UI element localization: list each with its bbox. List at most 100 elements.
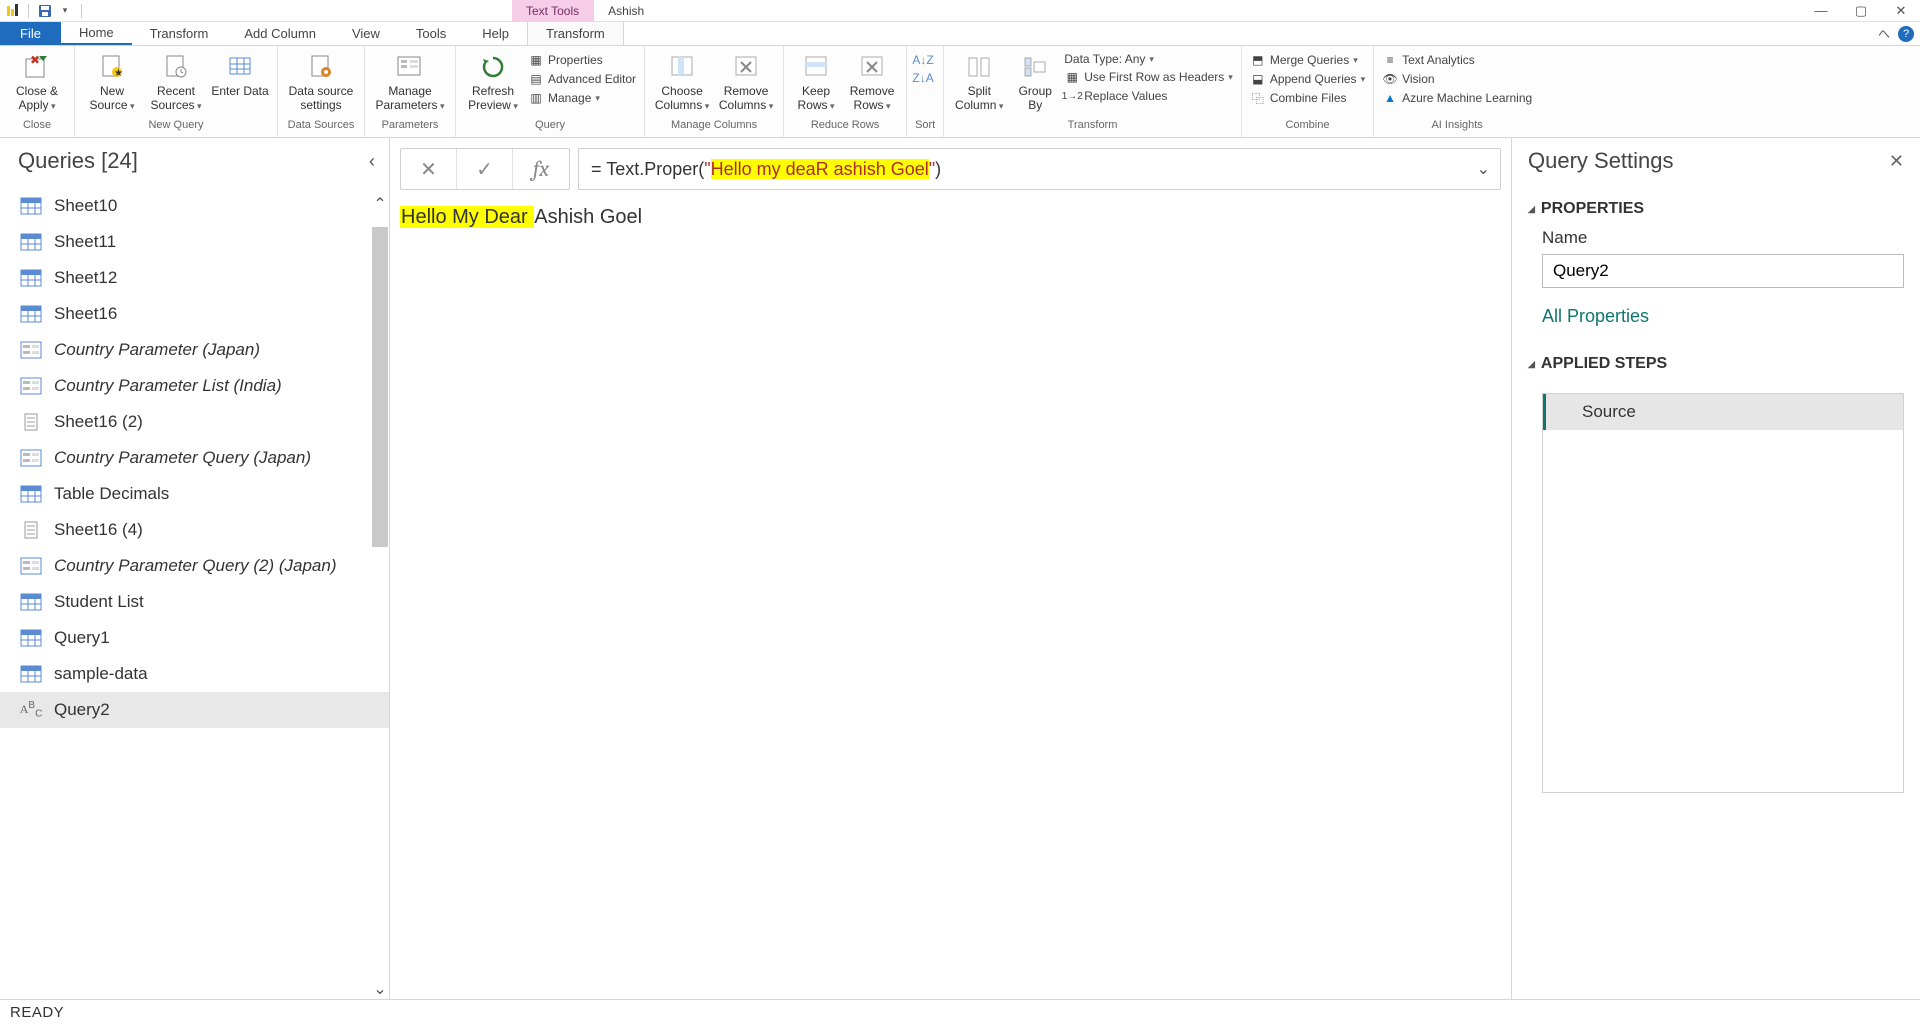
query-item[interactable]: sample-data [0,656,389,692]
preview-pane: ✕ ✓ fx = Text.Proper("Hello my deaR ashi… [390,138,1512,999]
tab-transform[interactable]: Transform [132,22,227,45]
tab-file[interactable]: File [0,22,61,45]
merge-queries-button[interactable]: ⬒Merge Queries [1250,52,1365,68]
append-queries-button[interactable]: ⬓Append Queries [1250,71,1365,87]
formula-text: = Text.Proper("Hello my deaR ashish Goel… [591,159,941,180]
save-icon[interactable] [37,3,53,19]
minimize-button[interactable]: — [1812,2,1830,20]
query-item[interactable]: Country Parameter Query (2) (Japan) [0,548,389,584]
scroll-thumb[interactable] [372,227,388,547]
group-label-new-query: New Query [83,119,269,137]
first-row-headers-button[interactable]: ▦Use First Row as Headers [1064,69,1233,85]
tab-transform-contextual[interactable]: Transform [527,22,624,45]
query-item-label: Table Decimals [54,484,169,504]
query-item-label: Query2 [54,700,110,720]
tab-add-column[interactable]: Add Column [226,22,334,45]
queries-list: Sheet10Sheet11Sheet12 Sheet16 Country Para… [0,188,389,999]
query-item-label: sample-data [54,664,148,684]
manage-parameters-button[interactable]: Manage Parameters [373,50,447,113]
applied-step-source[interactable]: Source [1543,394,1903,430]
query-item[interactable]: Country Parameter (Japan) [0,332,389,368]
collapse-queries-icon[interactable]: ‹ [369,151,375,172]
query-item[interactable]: Sheet16 (2) [0,404,389,440]
query-item[interactable]: Sheet16 (4) [0,512,389,548]
query-item[interactable]: Sheet12 [0,260,389,296]
query-item[interactable]: Sheet10 [0,188,389,224]
query-item[interactable]: Country Parameter Query (Japan) [0,440,389,476]
app-icon [4,3,20,19]
azure-ml-button[interactable]: ▲Azure Machine Learning [1382,90,1532,106]
query-item[interactable]: Student List [0,584,389,620]
sort-asc-icon: A↓Z [915,52,931,68]
query-type-icon [20,593,42,611]
merge-queries-icon: ⬒ [1250,52,1266,68]
sort-asc-button[interactable]: A↓Z [915,52,931,68]
advanced-editor-button[interactable]: ▤Advanced Editor [528,71,636,87]
maximize-button[interactable]: ▢ [1852,2,1870,20]
query-name-input[interactable] [1542,254,1904,288]
vision-button[interactable]: 👁Vision [1382,71,1532,87]
properties-icon: ▦ [528,52,544,68]
sort-desc-button[interactable]: Z↓A [915,70,931,86]
contextual-tab-text-tools: Text Tools [512,0,594,22]
recent-sources-button[interactable]: Recent Sources [147,50,205,113]
tab-help[interactable]: Help [464,22,527,45]
title-bar: ▾ Text Tools Ashish — ▢ ✕ [0,0,1920,22]
cancel-formula-button[interactable]: ✕ [401,149,457,189]
applied-steps-section-header[interactable]: ◢APPLIED STEPS [1528,355,1904,373]
qat-dropdown-icon[interactable]: ▾ [57,3,73,19]
query-item[interactable]: Country Parameter List (India) [0,368,389,404]
query-item-label: Sheet16 (2) [54,412,143,432]
refresh-preview-button[interactable]: Refresh Preview [464,50,522,113]
choose-columns-button[interactable]: Choose Columns [653,50,711,113]
help-icon[interactable]: ? [1898,26,1914,42]
close-settings-button[interactable]: ✕ [1889,151,1904,172]
expand-formula-icon[interactable]: ⌄ [1477,159,1490,179]
tab-view[interactable]: View [334,22,398,45]
properties-button[interactable]: ▦Properties [528,52,636,68]
close-window-button[interactable]: ✕ [1892,2,1910,20]
replace-values-button[interactable]: 1→2Replace Values [1064,88,1233,104]
query-item-label: Sheet16 [54,304,117,324]
query-item[interactable]: Query1 [0,620,389,656]
query-item[interactable]: ABCQuery2 [0,692,389,728]
group-label-sort: Sort [915,119,935,137]
split-column-button[interactable]: Split Column [952,50,1006,113]
all-properties-link[interactable]: All Properties [1542,306,1904,327]
group-label-query: Query [464,119,636,137]
query-item[interactable]: Sheet11 [0,224,389,260]
queries-scrollbar[interactable]: ⌃ ⌄ [371,194,389,999]
scroll-up-icon[interactable]: ⌃ [373,194,386,214]
query-item[interactable]: Sheet16 [0,296,389,332]
group-by-button[interactable]: Group By [1012,50,1058,112]
data-type-button[interactable]: Data Type: Any [1064,52,1233,66]
collapse-icon: ◢ [1528,359,1535,370]
close-apply-button[interactable]: ✖ Close & Apply [8,50,66,113]
remove-rows-button[interactable]: Remove Rows [846,50,898,113]
applied-steps-list: Source [1542,393,1904,793]
combine-files-button[interactable]: ⿻Combine Files [1250,90,1365,106]
query-type-icon [20,557,42,575]
fx-button[interactable]: fx [513,149,569,189]
tab-tools[interactable]: Tools [398,22,464,45]
data-source-settings-button[interactable]: Data source settings [286,50,356,112]
collapse-icon: ◢ [1528,204,1535,215]
text-analytics-button[interactable]: ≡Text Analytics [1382,52,1532,68]
advanced-editor-icon: ▤ [528,71,544,87]
tab-home[interactable]: Home [61,22,132,45]
result-value: Hello My Dear Ashish Goel [400,206,642,228]
enter-data-button[interactable]: Enter Data [211,50,269,98]
commit-formula-button[interactable]: ✓ [457,149,513,189]
keep-rows-button[interactable]: Keep Rows [792,50,840,113]
remove-columns-button[interactable]: Remove Columns [717,50,775,113]
new-source-button[interactable]: ★ New Source [83,50,141,113]
scroll-down-icon[interactable]: ⌄ [373,979,386,999]
group-by-icon [1020,52,1050,82]
query-type-icon [20,197,42,215]
query-item-label: Country Parameter Query (2) (Japan) [54,556,337,576]
manage-button[interactable]: ▥Manage [528,90,636,106]
formula-bar[interactable]: = Text.Proper("Hello my deaR ashish Goel… [578,148,1501,190]
query-item[interactable]: Table Decimals [0,476,389,512]
properties-section-header[interactable]: ◢PROPERTIES [1528,200,1904,218]
ribbon-collapse-icon[interactable]: へ [1878,25,1890,42]
